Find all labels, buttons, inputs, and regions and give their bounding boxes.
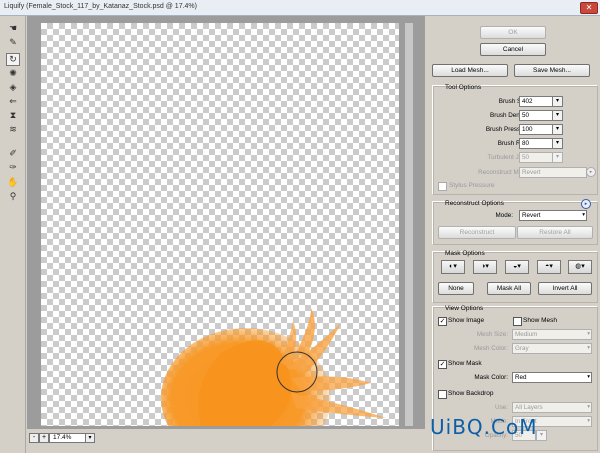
mask-options-section: Mask Options ◐▾ ◑▾ ◒▾ ◓▾ ◍▾ None Mask Al… <box>432 250 598 303</box>
mode-label: Mode: <box>495 212 513 219</box>
title-bar: Liquify (Female_Stock_117_by_Katanaz_Sto… <box>0 0 600 16</box>
section-title: View Options <box>445 305 484 312</box>
reconstruct-mode-label: Reconstruct Mode: <box>478 169 531 176</box>
twirl-icon[interactable]: ↻ <box>6 53 20 66</box>
brush-rate-field[interactable]: 80 <box>519 138 553 149</box>
window-title: Liquify (Female_Stock_117_by_Katanaz_Sto… <box>4 3 197 10</box>
cancel-button[interactable]: Cancel <box>480 43 546 56</box>
turbulent-jitter-label: Turbulent Jitter: <box>487 154 531 161</box>
show-mask-label: Show Mask <box>448 360 482 367</box>
zoom-out-button[interactable]: - <box>29 433 39 443</box>
stylus-pressure-checkbox[interactable] <box>438 182 447 191</box>
intersect-selection-icon[interactable]: ◓▾ <box>537 260 561 274</box>
watermark-logo: UiBQ.CoM <box>430 415 538 439</box>
mesh-size-value: Medium <box>515 331 538 338</box>
mask-all-button[interactable]: Mask All <box>487 282 531 295</box>
reconstruct-button[interactable]: Reconstruct <box>438 226 516 239</box>
zoom-in-button[interactable]: + <box>39 433 49 443</box>
reconstruct-mode-select[interactable]: Revert ▾ <box>519 210 587 221</box>
freeze-mask-icon[interactable]: ✐ <box>6 147 20 160</box>
reconstruct-options-section: Reconstruct Options ▸ Mode: Revert ▾ Reco… <box>432 199 598 245</box>
forward-warp-icon[interactable]: ☚ <box>6 22 20 35</box>
invert-selection-icon[interactable]: ◍▾ <box>568 260 592 274</box>
use-label: Use: <box>495 404 508 411</box>
brush-pressure-label: Brush Pressure: <box>485 126 531 133</box>
brush-rate-label: Brush Rate: <box>497 140 531 147</box>
show-mesh-checkbox[interactable] <box>513 317 522 326</box>
thaw-mask-icon[interactable]: ✑ <box>6 161 20 174</box>
zoom-field[interactable]: 17.4% <box>49 433 88 443</box>
hand-icon[interactable]: ✋ <box>6 176 20 189</box>
mask-none-button[interactable]: None <box>438 282 474 295</box>
reconstruct-mode-select[interactable]: Revert <box>519 167 587 178</box>
restore-all-button[interactable]: Restore All <box>517 226 593 239</box>
use-select[interactable]: All Layers ▾ <box>512 402 592 413</box>
brush-density-label: Brush Density: <box>490 112 531 119</box>
save-mesh-button[interactable]: Save Mesh... <box>514 64 590 77</box>
brush-density-dropdown[interactable]: ▾ <box>552 110 563 121</box>
mesh-color-value: Gray <box>515 345 529 352</box>
reconstruct-mode-value: Revert <box>522 169 541 176</box>
bloat-icon[interactable]: ◈ <box>6 81 20 94</box>
image-canvas[interactable] <box>41 23 399 426</box>
ok-button[interactable]: OK <box>480 26 546 39</box>
pucker-icon[interactable]: ✺ <box>6 67 20 80</box>
reconstruct-icon[interactable]: ✎ <box>6 36 20 49</box>
mesh-color-select[interactable]: Gray ▾ <box>512 343 592 354</box>
show-backdrop-label: Show Backdrop <box>448 390 494 397</box>
options-panel: OK Cancel Load Mesh... Save Mesh... Tool… <box>428 16 600 453</box>
section-title: Tool Options <box>445 84 482 91</box>
vertical-scrollbar[interactable] <box>405 23 413 426</box>
turbulence-icon[interactable]: ≋ <box>6 123 20 136</box>
load-mesh-button[interactable]: Load Mesh... <box>432 64 508 77</box>
mode-value: Revert <box>522 212 541 219</box>
opacity-dropdown[interactable]: ▾ <box>536 430 547 441</box>
zoom-dropdown[interactable]: ▾ <box>85 433 95 443</box>
mesh-size-label: Mesh Size: <box>476 331 508 338</box>
show-mesh-label: Show Mesh <box>523 317 557 324</box>
brush-pressure-dropdown[interactable]: ▾ <box>552 124 563 135</box>
replace-selection-icon[interactable]: ◐▾ <box>441 260 465 274</box>
invert-all-button[interactable]: Invert All <box>538 282 592 295</box>
status-bar: - + 17.4% ▾ <box>27 430 425 453</box>
mask-color-select[interactable]: Red ▾ <box>512 372 592 383</box>
zoom-icon[interactable]: ⚲ <box>6 190 20 203</box>
brush-pressure-field[interactable]: 100 <box>519 124 553 135</box>
turbulent-jitter-dropdown[interactable]: ▾ <box>552 152 563 163</box>
push-left-icon[interactable]: ⇐ <box>6 95 20 108</box>
brush-size-field[interactable]: 402 <box>519 96 553 107</box>
show-mask-checkbox[interactable]: ✓ <box>438 360 447 369</box>
tool-options-section: Tool Options Brush Size: 402 ▾ Brush Den… <box>432 84 598 195</box>
add-to-selection-icon[interactable]: ◑▾ <box>473 260 497 274</box>
show-image-label: Show Image <box>448 317 485 324</box>
subtract-from-selection-icon[interactable]: ◒▾ <box>505 260 529 274</box>
section-title: Mask Options <box>445 250 485 257</box>
turbulent-jitter-field[interactable]: 50 <box>519 152 553 163</box>
liquified-image <box>161 308 386 426</box>
brush-density-field[interactable]: 50 <box>519 110 553 121</box>
stylus-pressure-label: Stylus Pressure <box>449 182 495 189</box>
mesh-color-label: Mesh Color: <box>474 345 508 352</box>
brush-size-dropdown[interactable]: ▾ <box>552 96 563 107</box>
use-value: All Layers <box>515 404 543 411</box>
mask-color-label: Mask Color: <box>474 374 508 381</box>
brush-size-label: Brush Size: <box>498 98 531 105</box>
brush-rate-dropdown[interactable]: ▾ <box>552 138 563 149</box>
show-backdrop-checkbox[interactable] <box>438 390 447 399</box>
reconstruct-mode-menu-icon[interactable]: ▸ <box>586 167 596 177</box>
mirror-icon[interactable]: ⧗ <box>6 109 20 122</box>
section-title: Reconstruct Options <box>445 200 504 207</box>
show-image-checkbox[interactable]: ✓ <box>438 317 447 326</box>
preview-area <box>27 16 425 429</box>
mask-color-value: Red <box>515 374 527 381</box>
mesh-size-select[interactable]: Medium ▾ <box>512 329 592 340</box>
close-window-button[interactable]: ✕ <box>580 2 598 14</box>
tool-palette: ☚ ✎ ↻ ✺ ◈ ⇐ ⧗ ≋ ✐ ✑ ✋ ⚲ <box>0 16 26 453</box>
reconstruct-menu-icon[interactable]: ▸ <box>581 199 591 209</box>
